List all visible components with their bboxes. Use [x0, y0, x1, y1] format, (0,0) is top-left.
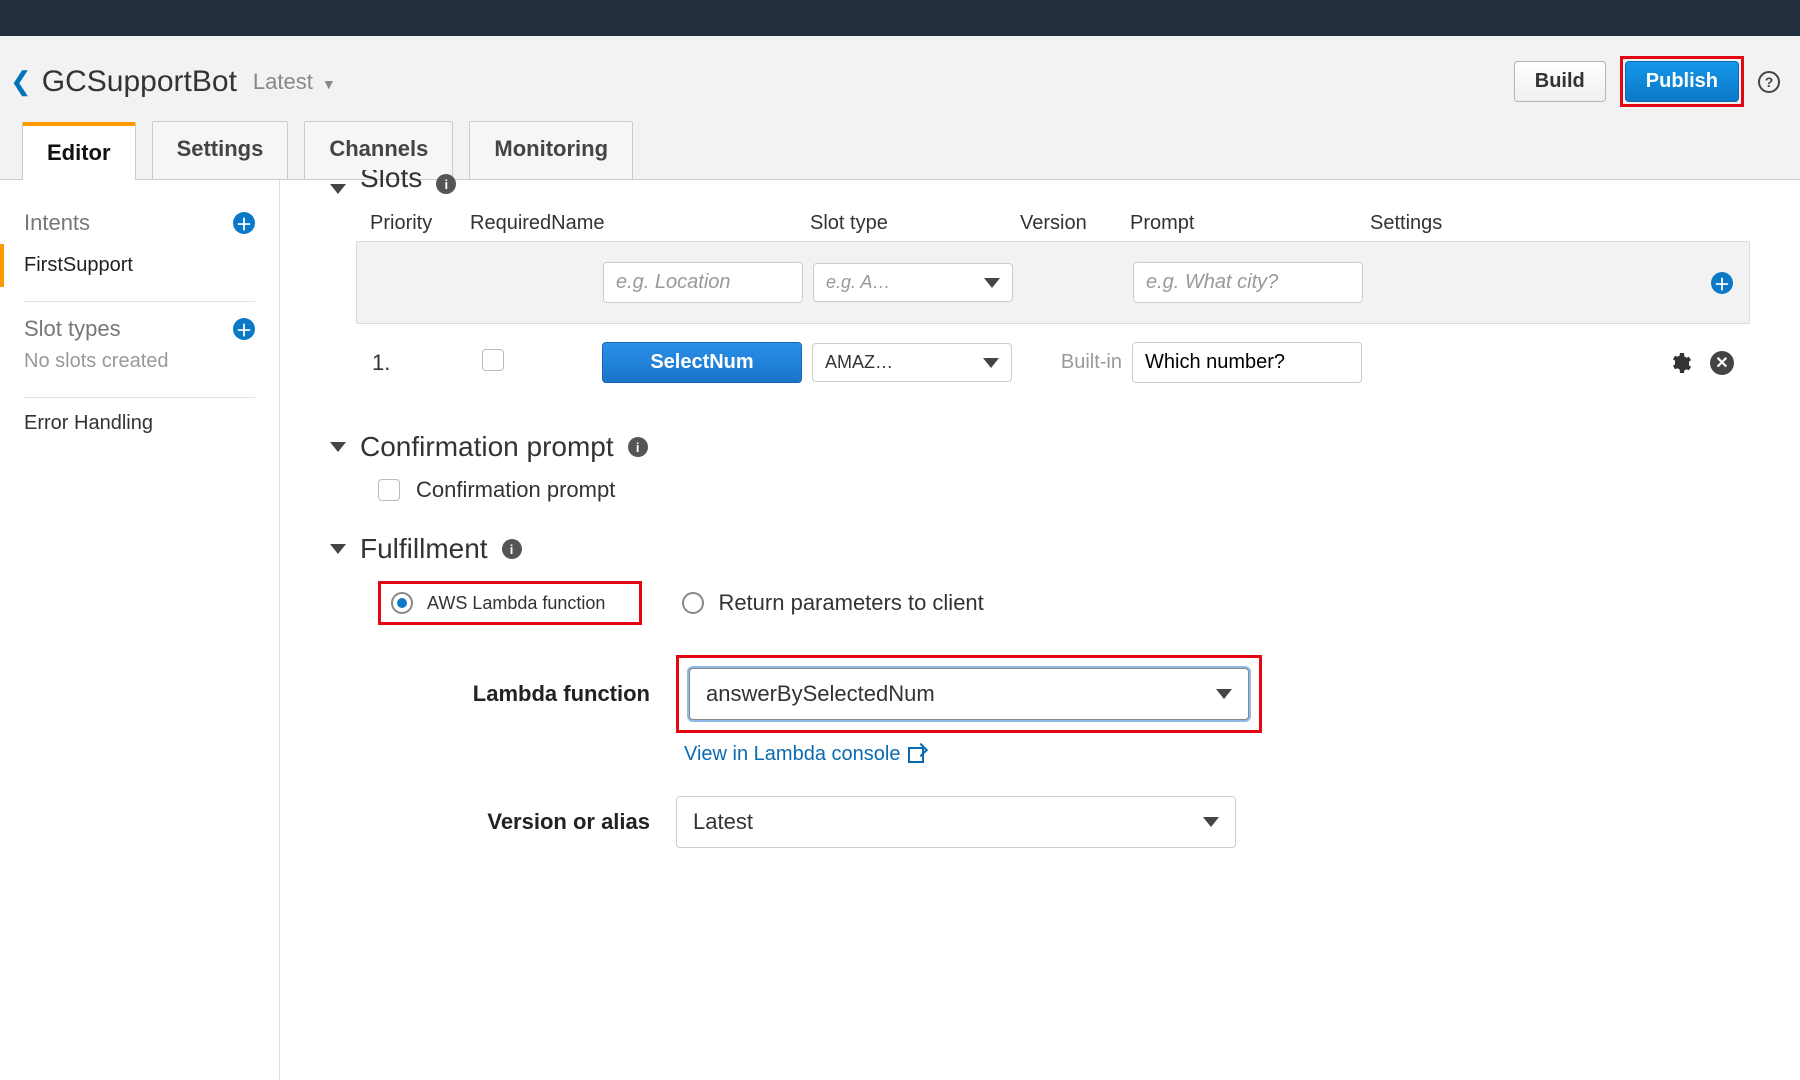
version-alias-value: Latest — [693, 809, 753, 835]
tab-settings[interactable]: Settings — [152, 121, 289, 179]
gear-icon[interactable] — [1668, 351, 1692, 375]
col-version: Version — [1020, 212, 1120, 235]
collapse-toggle-icon[interactable] — [330, 442, 346, 452]
external-link-icon — [908, 747, 924, 763]
bot-name: GCSupportBot — [42, 65, 237, 99]
required-checkbox[interactable] — [482, 349, 504, 371]
view-lambda-text: View in Lambda console — [684, 743, 900, 766]
version-alias-select[interactable]: Latest — [676, 796, 1236, 848]
info-icon[interactable]: i — [436, 174, 456, 194]
aws-top-nav — [0, 0, 1800, 36]
slot-types-heading: Slot types — [24, 316, 121, 342]
priority-cell: 1. — [372, 350, 472, 376]
lambda-function-select[interactable]: answerBySelectedNum — [689, 668, 1249, 720]
help-icon[interactable]: ? — [1758, 71, 1780, 93]
fulfillment-title: Fulfillment — [360, 533, 488, 565]
col-prompt: Prompt — [1130, 212, 1360, 235]
confirmation-checkbox-label: Confirmation prompt — [416, 477, 615, 503]
add-slot-type-button[interactable]: ＋ — [233, 318, 255, 340]
delete-slot-icon[interactable]: ✕ — [1710, 351, 1734, 375]
slot-prompt-input[interactable] — [1133, 262, 1363, 303]
radio-lambda[interactable] — [391, 592, 413, 614]
tab-editor[interactable]: Editor — [22, 122, 136, 180]
build-button[interactable]: Build — [1514, 61, 1606, 102]
slot-name-chip[interactable]: SelectNum — [602, 342, 802, 383]
slot-row-1: 1. SelectNum AMAZ… Built-in ✕ — [356, 324, 1750, 401]
col-settings: Settings — [1370, 212, 1750, 235]
chevron-down-icon: ▼ — [322, 76, 336, 92]
chevron-down-icon — [1216, 689, 1232, 699]
intents-heading: Intents — [24, 210, 90, 236]
back-caret-icon[interactable]: ❮ — [10, 66, 32, 97]
publish-button[interactable]: Publish — [1625, 61, 1739, 102]
slot-name-input[interactable] — [603, 262, 803, 303]
sidebar-item-firstsupport[interactable]: FirstSupport — [0, 244, 279, 287]
version-cell: Built-in — [1022, 351, 1122, 374]
slots-title: Slots — [360, 170, 422, 194]
main-panel: Slots i Priority RequiredName Slot type … — [280, 180, 1800, 1080]
fulfillment-section: Fulfillment i AWS Lambda function Return… — [330, 533, 1750, 848]
lambda-radio-highlight: AWS Lambda function — [378, 581, 642, 625]
confirmation-section: Confirmation prompt i Confirmation promp… — [330, 431, 1750, 503]
collapse-toggle-icon[interactable] — [330, 544, 346, 554]
slots-section-header: Slots i — [330, 170, 1750, 194]
add-slot-button[interactable]: ＋ — [1711, 272, 1733, 294]
sidebar: Intents ＋ FirstSupport Slot types ＋ No s… — [0, 180, 280, 1080]
lambda-function-value: answerBySelectedNum — [706, 681, 935, 707]
slot-new-row: e.g. A… ＋ — [356, 241, 1750, 324]
lambda-function-label: Lambda function — [420, 681, 650, 707]
confirmation-checkbox[interactable] — [378, 479, 400, 501]
sidebar-item-error-handling[interactable]: Error Handling — [24, 412, 153, 434]
add-intent-button[interactable]: ＋ — [233, 212, 255, 234]
col-required-name: RequiredName — [470, 212, 800, 235]
col-slot-type: Slot type — [810, 212, 1010, 235]
publish-highlight: Publish — [1620, 56, 1744, 107]
chevron-down-icon — [984, 278, 1000, 288]
slot-type-select[interactable]: e.g. A… — [813, 263, 1013, 302]
slot-prompt-value[interactable] — [1132, 342, 1362, 383]
divider — [24, 397, 255, 398]
info-icon[interactable]: i — [628, 437, 648, 457]
slot-type-cell[interactable]: AMAZ… — [812, 343, 1012, 382]
version-alias-label: Version or alias — [420, 809, 650, 835]
slot-type-value: AMAZ… — [825, 352, 893, 373]
divider — [24, 301, 255, 302]
chevron-down-icon — [983, 358, 999, 368]
version-selector[interactable]: Latest ▼ — [247, 69, 336, 95]
info-icon[interactable]: i — [502, 539, 522, 559]
slot-type-placeholder: e.g. A… — [826, 272, 890, 293]
slot-columns-row: Priority RequiredName Slot type Version … — [370, 212, 1750, 235]
radio-return[interactable] — [682, 592, 704, 614]
chevron-down-icon — [1203, 817, 1219, 827]
version-label: Latest — [253, 69, 313, 94]
lambda-select-highlight: answerBySelectedNum — [676, 655, 1262, 733]
radio-lambda-label: AWS Lambda function — [427, 593, 605, 614]
view-lambda-link[interactable]: View in Lambda console — [684, 743, 1750, 766]
col-priority: Priority — [370, 212, 470, 235]
confirmation-title: Confirmation prompt — [360, 431, 614, 463]
collapse-toggle-icon[interactable] — [330, 184, 346, 194]
radio-return-label: Return parameters to client — [718, 590, 983, 616]
breadcrumb-bar: ❮ GCSupportBot Latest ▼ Build Publish ? — [0, 36, 1800, 121]
no-slots-label: No slots created — [0, 350, 279, 383]
